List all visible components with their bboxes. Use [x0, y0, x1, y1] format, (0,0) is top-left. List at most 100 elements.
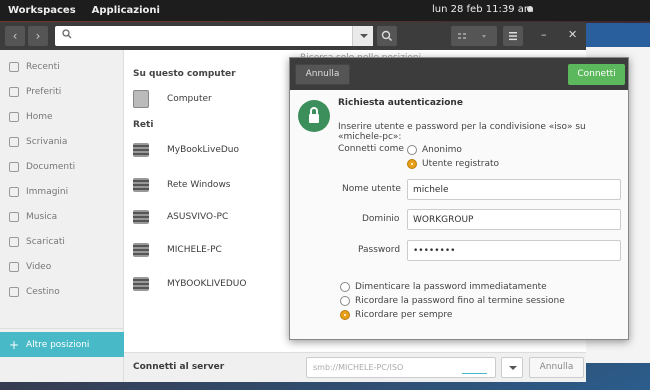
dialog-title: Richiesta autenticazione — [338, 98, 463, 108]
remember-forever-radio[interactable]: Ricordare per sempre — [340, 310, 452, 320]
location-dropdown[interactable] — [352, 26, 373, 46]
sidebar-item-label: Scrivania — [26, 136, 68, 147]
network-item[interactable]: ASUSVIVO-PC — [133, 205, 293, 229]
remember-session-radio[interactable]: Ricordare la password fino al termine se… — [340, 296, 565, 306]
server-cancel-button[interactable]: Annulla — [529, 357, 584, 378]
search-button[interactable] — [377, 26, 397, 46]
network-label: MICHELE-PC — [167, 245, 222, 255]
network-label: MyBookLiveDuo — [167, 145, 240, 155]
server-icon — [133, 143, 149, 157]
section-this-computer: Su questo computer — [133, 69, 236, 79]
anonymous-radio[interactable]: Anonimo — [407, 145, 462, 155]
drive-icon — [133, 90, 149, 108]
network-item[interactable]: MYBOOKLIVEDUO — [133, 272, 293, 296]
sidebar-divider — [0, 328, 124, 329]
sidebar-item-label: Recenti — [26, 61, 60, 72]
image-icon — [9, 186, 19, 197]
network-label: MYBOOKLIVEDUO — [167, 279, 247, 289]
sidebar-item-label: Preferiti — [26, 86, 62, 97]
username-field[interactable]: michele — [407, 179, 621, 200]
sidebar-item-video[interactable]: Video — [0, 254, 124, 279]
search-icon — [381, 30, 392, 41]
menu-button[interactable] — [503, 26, 523, 46]
hamburger-icon — [509, 32, 517, 41]
sidebar-item-cestino[interactable]: Cestino — [0, 279, 124, 304]
connect-to-server-bar: Connetti al server smb://MICHELE-PC/ISO … — [124, 352, 586, 382]
workspaces-button[interactable]: Workspaces — [0, 5, 84, 16]
video-icon — [9, 261, 19, 272]
sidebar-item-musica[interactable]: Musica — [0, 204, 124, 229]
dialog-header: Annulla Connetti — [290, 58, 628, 90]
computer-item[interactable]: Computer — [133, 87, 293, 111]
domain-field[interactable]: WORKGROUP — [407, 209, 621, 230]
server-history-dropdown[interactable] — [501, 357, 523, 378]
connect-server-label: Connetti al server — [133, 362, 225, 372]
header-bar: ‹ › – ✕ — [0, 22, 586, 50]
auth-dialog: Annulla Connetti Richiesta autenticazion… — [289, 57, 629, 340]
music-icon — [9, 211, 19, 222]
close-icon[interactable]: ✕ — [568, 28, 577, 41]
plus-icon: + — [9, 337, 20, 352]
sidebar-item-home[interactable]: Home — [0, 104, 124, 129]
desktop-icon — [9, 136, 19, 147]
lock-icon — [298, 100, 330, 132]
location-bar[interactable] — [55, 26, 373, 46]
grid-view-icon — [458, 33, 486, 39]
server-address-input[interactable]: smb://MICHELE-PC/ISO — [306, 357, 496, 378]
clock-icon — [9, 61, 19, 72]
forget-password-radio[interactable]: Dimenticare la password immediatamente — [340, 282, 547, 292]
remember-forever-label: Ricordare per sempre — [355, 310, 453, 320]
sidebar-item-documenti[interactable]: Documenti — [0, 154, 124, 179]
sidebar-item-label: Home — [26, 111, 53, 122]
server-icon — [133, 243, 149, 257]
sidebar-item-scaricati[interactable]: Scaricati — [0, 229, 124, 254]
cancel-button[interactable]: Annulla — [295, 64, 350, 85]
server-address-placeholder: smb://MICHELE-PC/ISO — [313, 363, 404, 372]
dialog-message: Inserire utente e password per la condiv… — [338, 122, 586, 142]
clock[interactable]: lun 28 feb 11:39 am — [432, 4, 534, 15]
view-options-button[interactable] — [451, 26, 497, 46]
back-button[interactable]: ‹ — [5, 26, 25, 46]
forget-password-label: Dimenticare la password immediatamente — [355, 282, 547, 292]
sidebar-item-preferiti[interactable]: Preferiti — [0, 79, 124, 104]
computer-label: Computer — [167, 94, 212, 104]
sidebar-item-label: Immagini — [26, 186, 69, 197]
network-label: ASUSVIVO-PC — [167, 212, 229, 222]
password-field[interactable]: •••••••• — [407, 240, 621, 261]
document-icon — [9, 161, 19, 172]
chevron-down-icon — [509, 366, 517, 370]
top-bar: Workspaces Applicazioni lun 28 feb 11:39… — [0, 0, 650, 21]
remember-session-label: Ricordare la password fino al termine se… — [355, 296, 565, 306]
registered-user-radio[interactable]: Utente registrato — [407, 159, 499, 169]
sidebar-item-label: Cestino — [26, 286, 60, 297]
section-networks: Reti — [133, 120, 154, 130]
chevron-down-icon — [360, 34, 368, 38]
sidebar-item-label: Documenti — [26, 161, 76, 172]
anonymous-radio-label: Anonimo — [422, 145, 462, 155]
sidebar-item-immagini[interactable]: Immagini — [0, 179, 124, 204]
username-label: Nome utente — [342, 184, 401, 194]
sidebar-item-label: Video — [26, 261, 52, 272]
network-item[interactable]: MyBookLiveDuo — [133, 138, 293, 162]
input-underline — [462, 373, 487, 374]
password-label: Password — [358, 245, 401, 255]
sidebar-item-other-locations[interactable]: + Altre posizioni — [0, 332, 124, 357]
connect-button[interactable]: Connetti — [568, 64, 625, 85]
domain-label: Dominio — [362, 214, 400, 224]
search-icon — [62, 29, 72, 39]
sidebar-item-scrivania[interactable]: Scrivania — [0, 129, 124, 154]
server-icon — [133, 178, 149, 192]
sidebar: Recenti Preferiti Home Scrivania Documen… — [0, 50, 124, 382]
applications-menu[interactable]: Applicazioni — [84, 5, 168, 16]
network-item[interactable]: Rete Windows — [133, 173, 293, 197]
registered-user-radio-label: Utente registrato — [422, 159, 500, 169]
sidebar-item-recenti[interactable]: Recenti — [0, 54, 124, 79]
minimize-icon[interactable]: – — [541, 28, 547, 41]
network-item[interactable]: MICHELE-PC — [133, 238, 293, 262]
status-dot-icon[interactable] — [527, 6, 533, 12]
star-icon — [9, 86, 19, 97]
server-icon — [133, 277, 149, 291]
forward-button[interactable]: › — [28, 26, 48, 46]
sidebar-item-label: Altre posizioni — [26, 339, 90, 350]
sidebar-item-label: Musica — [26, 211, 58, 222]
